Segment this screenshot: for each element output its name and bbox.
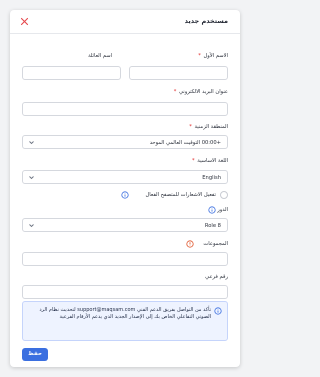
role-label: الدور	[217, 207, 228, 213]
timezone-select[interactable]: +00:00 التوقيت العالمي الموحد	[22, 135, 228, 149]
chevron-down-icon	[29, 141, 34, 145]
required-mark: *	[198, 53, 201, 59]
dialog-title: مستخدم جديد	[184, 17, 228, 25]
first-name-label: الاسم الأول *	[198, 53, 228, 59]
last-name-input[interactable]	[22, 66, 121, 80]
chevron-down-icon	[29, 224, 34, 228]
last-name-label: اسم العائلة	[88, 53, 112, 59]
alert-message: تأكد من التواصل بفريق الدعم الفني suppor…	[39, 307, 211, 321]
extension-label: رقم فرعي	[205, 274, 228, 280]
first-name-input[interactable]	[129, 66, 228, 80]
close-icon	[20, 17, 29, 26]
extension-input[interactable]	[22, 285, 228, 299]
language-value: English	[202, 174, 221, 181]
info-icon	[214, 307, 222, 315]
new-user-dialog: مستخدم جديد الاسم الأول * اسم العائلة عن…	[10, 10, 240, 367]
dialog-header: مستخدم جديد	[10, 10, 240, 34]
browser-notifications-label: تفعيل الاشعارات للمتصفح الفعال	[145, 191, 216, 198]
extension-info-alert: تأكد من التواصل بفريق الدعم الفني suppor…	[22, 301, 228, 341]
warning-info-icon[interactable]	[186, 240, 194, 248]
groups-label: المجموعات	[203, 241, 228, 247]
timezone-value: +00:00 التوقيت العالمي الموحد	[149, 139, 221, 146]
language-label: اللغة الاساسية *	[192, 158, 228, 164]
language-select[interactable]: English	[22, 170, 228, 184]
chevron-down-icon	[29, 176, 34, 180]
info-icon[interactable]	[121, 191, 129, 199]
save-button[interactable]: حفظ	[22, 348, 48, 361]
timezone-label: المنطقة الزمنية *	[189, 124, 228, 130]
close-button[interactable]	[19, 16, 30, 27]
email-input[interactable]	[22, 102, 228, 116]
role-select[interactable]: Role 8	[22, 218, 228, 232]
role-value: Role 8	[204, 222, 221, 229]
info-icon[interactable]	[208, 206, 216, 214]
email-label: عنوان البريد الالكتروني *	[173, 89, 228, 95]
notifications-radio[interactable]	[220, 191, 228, 199]
browser-notifications-toggle[interactable]: تفعيل الاشعارات للمتصفح الفعال	[22, 190, 228, 200]
groups-input[interactable]	[22, 252, 228, 266]
